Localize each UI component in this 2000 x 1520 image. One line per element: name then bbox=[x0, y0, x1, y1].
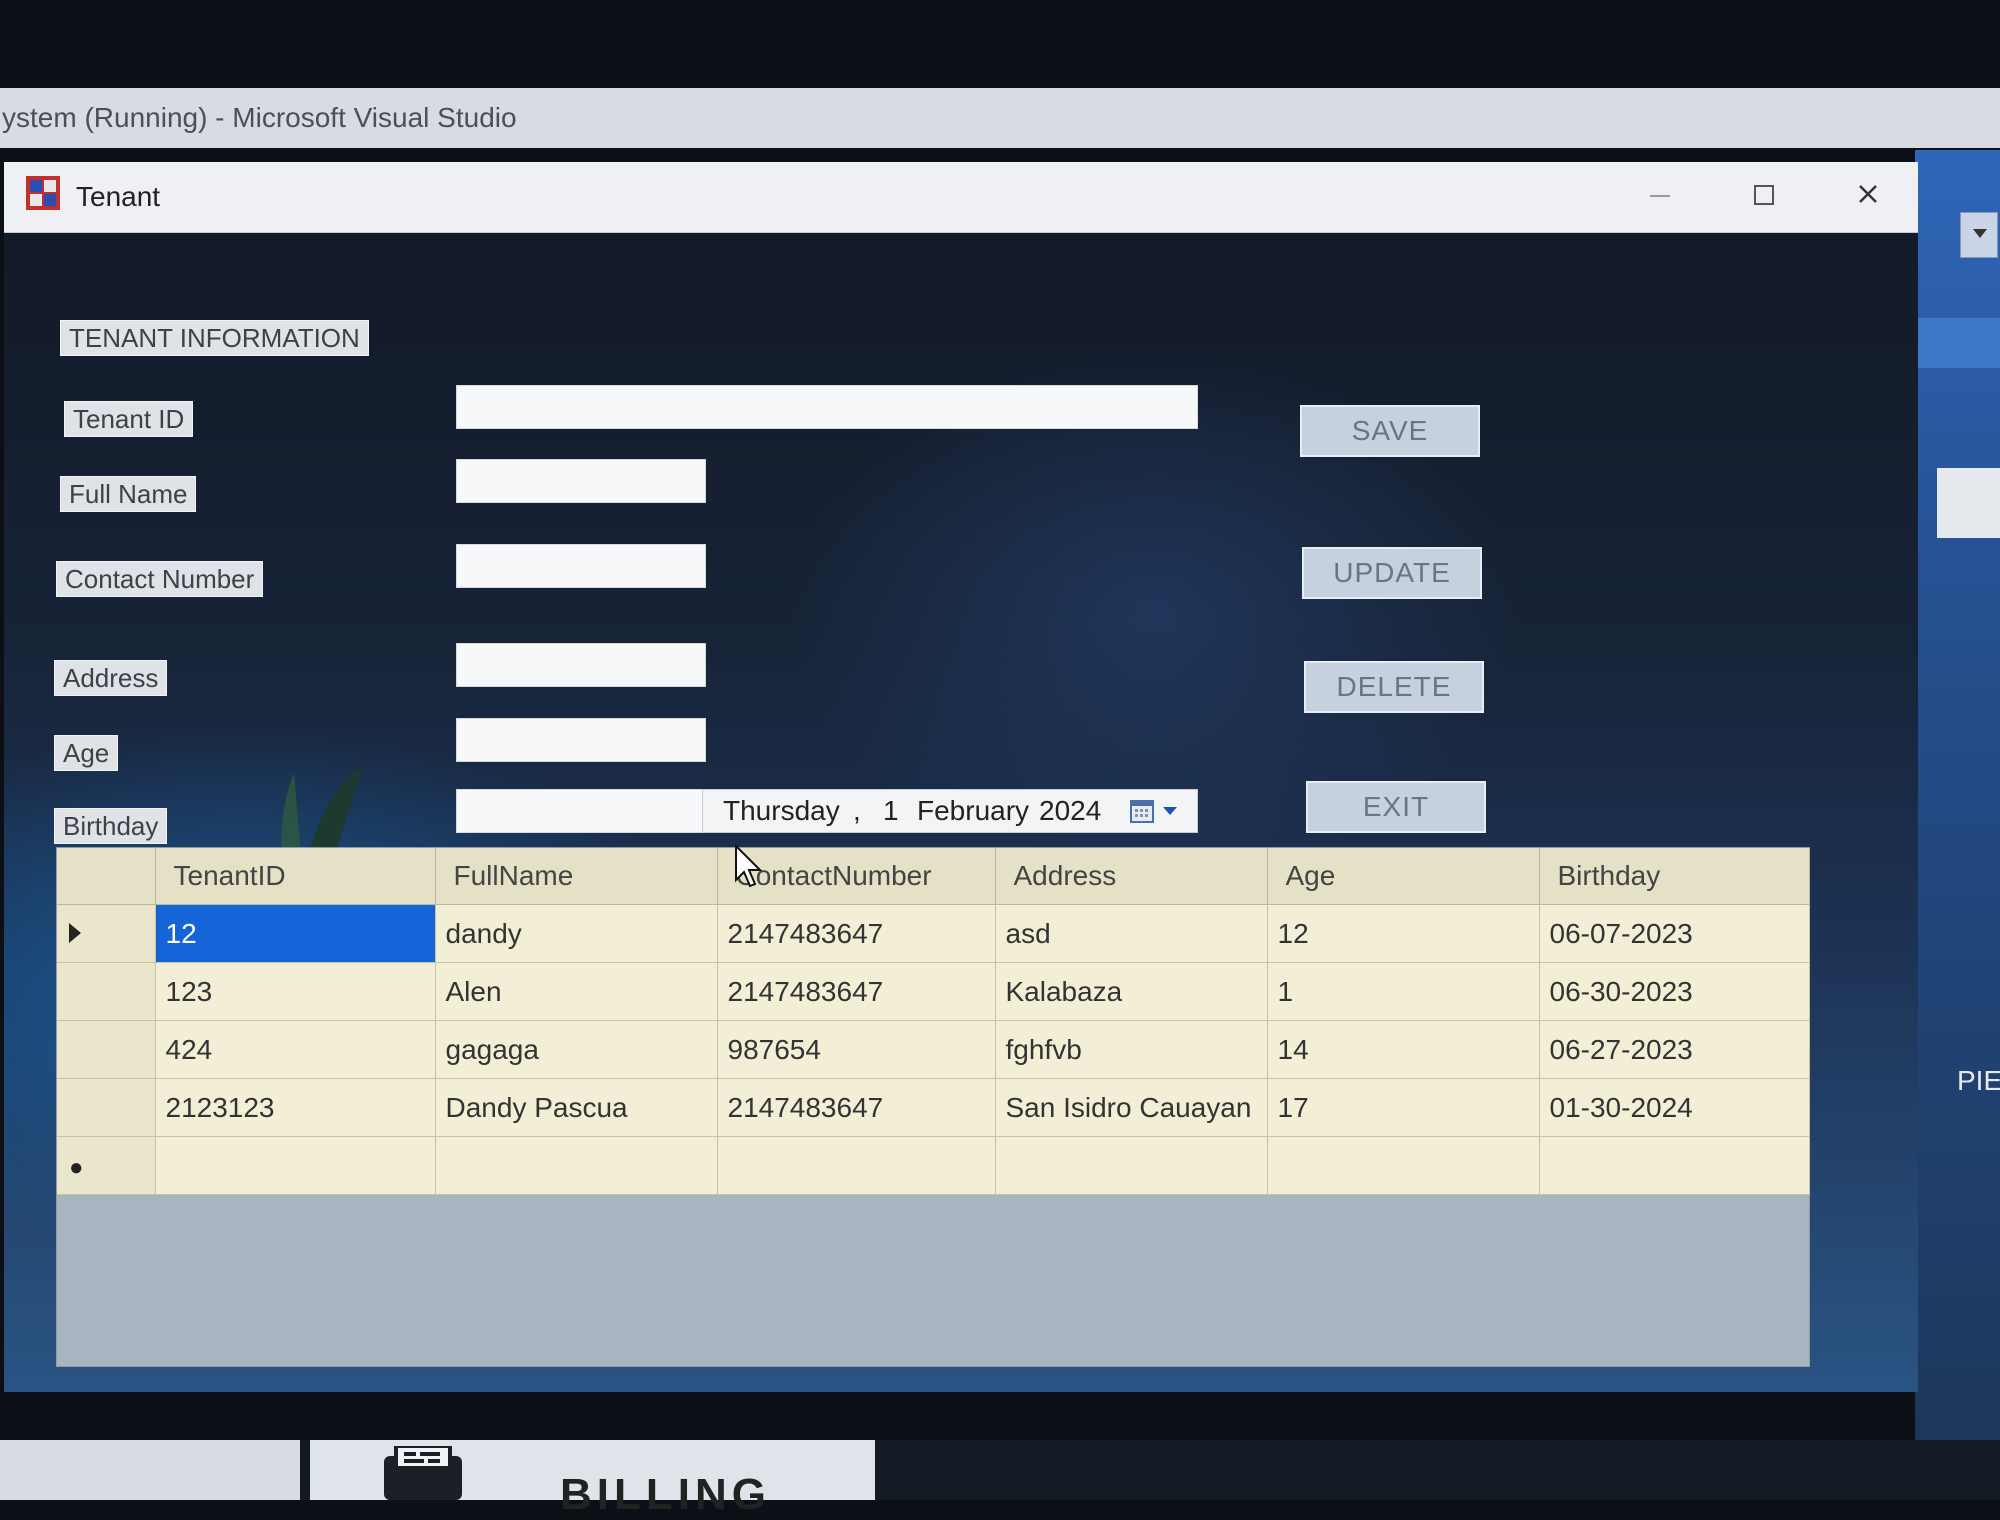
contact-number-label: Contact Number bbox=[56, 561, 264, 597]
cell-contactnumber[interactable]: 987654 bbox=[717, 1020, 996, 1079]
cell-birthday[interactable]: 06-27-2023 bbox=[1539, 1020, 1810, 1079]
tenant-id-label: Tenant ID bbox=[64, 401, 194, 437]
cell-birthday[interactable]: 06-30-2023 bbox=[1539, 962, 1810, 1021]
column-header-address[interactable]: Address bbox=[995, 848, 1268, 905]
table-row[interactable]: 2123123 Dandy Pascua 2147483647 San Isid… bbox=[57, 1078, 1810, 1137]
cell-contactnumber[interactable]: 2147483647 bbox=[717, 962, 996, 1021]
cell-fullname[interactable]: Alen bbox=[435, 962, 718, 1021]
background-ide-panel: PIE bbox=[1915, 150, 2000, 1460]
birthday-label: Birthday bbox=[54, 808, 168, 844]
cell-address[interactable]: San Isidro Cauayan bbox=[995, 1078, 1268, 1137]
ide-dropdown[interactable] bbox=[1960, 212, 1998, 258]
new-row[interactable]: ● bbox=[57, 1136, 1810, 1195]
age-input[interactable] bbox=[456, 718, 706, 762]
cell-fullname[interactable]: Dandy Pascua bbox=[435, 1078, 718, 1137]
contact-number-input[interactable] bbox=[456, 544, 706, 588]
row-header[interactable] bbox=[57, 1078, 156, 1137]
tenant-window: Tenant TENANT INFORMATION Tenant ID Full… bbox=[4, 162, 1918, 1392]
full-name-label: Full Name bbox=[60, 476, 197, 512]
tenant-data-grid[interactable]: TenantID FullName ContactNumber Address … bbox=[56, 847, 1810, 1367]
column-header-tenantid[interactable]: TenantID bbox=[155, 848, 436, 905]
minimize-icon[interactable] bbox=[1638, 176, 1682, 216]
birthday-date-picker[interactable]: Thursday , 1 February 2024 bbox=[702, 789, 1198, 833]
new-cell-fullname[interactable] bbox=[435, 1136, 718, 1195]
ide-edge-text: PIE bbox=[1957, 1065, 2000, 1096]
window-client-area: TENANT INFORMATION Tenant ID Full Name C… bbox=[4, 233, 1918, 1392]
cell-tenantid[interactable]: 123 bbox=[155, 962, 436, 1021]
address-label: Address bbox=[54, 660, 168, 696]
cell-fullname[interactable]: dandy bbox=[435, 904, 718, 963]
cell-tenantid[interactable]: 424 bbox=[155, 1020, 436, 1079]
cell-tenantid[interactable]: 12 bbox=[155, 904, 436, 963]
calendar-icon[interactable] bbox=[1129, 798, 1155, 824]
cell-contactnumber[interactable]: 2147483647 bbox=[717, 1078, 996, 1137]
cell-tenantid[interactable]: 2123123 bbox=[155, 1078, 436, 1137]
date-day: 1 bbox=[883, 795, 899, 826]
date-year: 2024 bbox=[1039, 795, 1102, 826]
current-row-arrow-icon bbox=[69, 922, 81, 943]
row-header-corner bbox=[57, 848, 156, 905]
ide-pane bbox=[1915, 318, 2000, 368]
row-header-current[interactable] bbox=[57, 904, 156, 963]
row-header[interactable] bbox=[57, 962, 156, 1021]
grid-header-row: TenantID FullName ContactNumber Address … bbox=[57, 848, 1810, 905]
maximize-icon[interactable] bbox=[1742, 176, 1786, 216]
billing-taskbar-item[interactable]: BILLING bbox=[310, 1440, 875, 1519]
cell-address[interactable]: Kalabaza bbox=[995, 962, 1268, 1021]
save-button[interactable]: SAVE bbox=[1300, 405, 1480, 457]
row-header-new[interactable]: ● bbox=[57, 1136, 156, 1195]
new-cell-age[interactable] bbox=[1267, 1136, 1540, 1195]
table-row[interactable]: 424 gagaga 987654 fghfvb 14 06-27-2023 bbox=[57, 1020, 1810, 1079]
column-header-age[interactable]: Age bbox=[1267, 848, 1540, 905]
date-month: February bbox=[917, 795, 1030, 826]
cell-age[interactable]: 1 bbox=[1267, 962, 1540, 1021]
update-button[interactable]: UPDATE bbox=[1302, 547, 1482, 599]
visual-studio-titlebar: ystem (Running) - Microsoft Visual Studi… bbox=[0, 88, 2000, 148]
table-row[interactable]: 12 dandy 2147483647 asd 12 06-07-2023 bbox=[57, 904, 1810, 963]
mouse-cursor-icon bbox=[735, 844, 763, 888]
date-separator: , bbox=[853, 795, 861, 826]
row-header[interactable] bbox=[57, 1020, 156, 1079]
column-header-fullname[interactable]: FullName bbox=[435, 848, 718, 905]
delete-button[interactable]: DELETE bbox=[1304, 661, 1484, 713]
new-cell-birthday[interactable] bbox=[1539, 1136, 1810, 1195]
cell-birthday[interactable]: 01-30-2024 bbox=[1539, 1078, 1810, 1137]
visual-studio-title: ystem (Running) - Microsoft Visual Studi… bbox=[2, 102, 517, 133]
cell-birthday[interactable]: 06-07-2023 bbox=[1539, 904, 1810, 963]
table-row[interactable]: 123 Alen 2147483647 Kalabaza 1 06-30-202… bbox=[57, 962, 1810, 1021]
date-weekday: Thursday bbox=[723, 795, 840, 826]
column-header-birthday[interactable]: Birthday bbox=[1539, 848, 1810, 905]
new-cell-address[interactable] bbox=[995, 1136, 1268, 1195]
ide-tab[interactable] bbox=[1937, 468, 2000, 538]
cell-address[interactable]: fghfvb bbox=[995, 1020, 1268, 1079]
chevron-down-icon bbox=[1973, 229, 1987, 238]
tenant-id-input[interactable] bbox=[456, 385, 1198, 429]
app-icon bbox=[26, 176, 60, 210]
cell-age[interactable]: 17 bbox=[1267, 1078, 1540, 1137]
address-input[interactable] bbox=[456, 643, 706, 687]
window-titlebar[interactable]: Tenant bbox=[4, 162, 1918, 233]
window-title: Tenant bbox=[76, 181, 161, 212]
cell-fullname[interactable]: gagaga bbox=[435, 1020, 718, 1079]
new-row-icon: ● bbox=[69, 1153, 84, 1181]
full-name-input[interactable] bbox=[456, 459, 706, 503]
section-title: TENANT INFORMATION bbox=[60, 320, 369, 356]
new-cell-tenantid[interactable] bbox=[155, 1136, 436, 1195]
cell-contactnumber[interactable]: 2147483647 bbox=[717, 904, 996, 963]
new-cell-contactnumber[interactable] bbox=[717, 1136, 996, 1195]
exit-button[interactable]: EXIT bbox=[1306, 781, 1486, 833]
cell-age[interactable]: 12 bbox=[1267, 904, 1540, 963]
age-label: Age bbox=[54, 735, 119, 771]
printer-icon bbox=[384, 1446, 462, 1500]
close-icon[interactable] bbox=[1846, 176, 1890, 216]
billing-label: BILLING bbox=[560, 1470, 771, 1519]
birthday-input[interactable] bbox=[456, 789, 704, 833]
cell-age[interactable]: 14 bbox=[1267, 1020, 1540, 1079]
dropdown-arrow-icon[interactable] bbox=[1163, 807, 1177, 815]
cell-address[interactable]: asd bbox=[995, 904, 1268, 963]
taskbar: BILLING bbox=[0, 1440, 2000, 1519]
taskbar-item[interactable] bbox=[0, 1440, 300, 1500]
